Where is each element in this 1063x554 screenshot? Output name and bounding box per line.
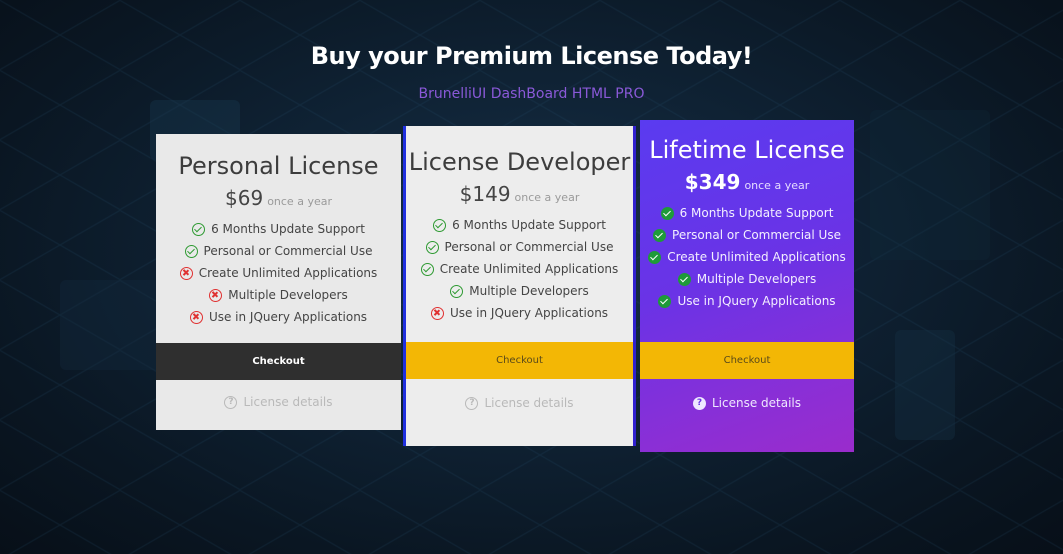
feature-label: Multiple Developers: [228, 288, 348, 302]
plan-name: Personal License: [178, 152, 379, 180]
pricing-card-developer: License Developer $149 once a year 6 Mont…: [403, 126, 636, 446]
price-amount: $149: [459, 182, 511, 206]
feature-item: 6 Months Update Support: [156, 218, 401, 240]
feature-item: 6 Months Update Support: [406, 214, 633, 236]
feature-label: Personal or Commercial Use: [444, 240, 614, 254]
feature-label: Create Unlimited Applications: [198, 266, 378, 280]
x-circle-icon: [430, 306, 444, 320]
question-circle-icon: ?: [465, 396, 479, 410]
price-period: once a year: [267, 195, 332, 208]
plan-price: $149 once a year: [406, 182, 633, 206]
feature-label: 6 Months Update Support: [211, 222, 365, 236]
page-subtitle: BrunelliUI DashBoard HTML PRO: [418, 86, 645, 102]
price-amount: $349: [684, 170, 741, 194]
plan-name: Lifetime License: [649, 136, 845, 164]
license-details-label: License details: [711, 396, 802, 410]
license-details-label: License details: [243, 395, 333, 409]
x-circle-icon: [209, 288, 223, 302]
feature-item: Multiple Developers: [640, 268, 854, 290]
x-circle-icon: [189, 310, 203, 324]
pricing-card-lifetime: Lifetime License $349 once a year 6 Month…: [640, 120, 854, 452]
feature-list: 6 Months Update Support Personal or Comm…: [156, 218, 401, 328]
price-period: once a year: [744, 179, 810, 192]
feature-list: 6 Months Update Support Personal or Comm…: [640, 202, 854, 312]
background-illustration: [895, 330, 955, 440]
question-circle-icon: ?: [224, 395, 238, 409]
feature-item: Create Unlimited Applications: [640, 246, 854, 268]
check-circle-icon: [450, 284, 464, 298]
plan-name: License Developer: [408, 148, 631, 176]
feature-label: Personal or Commercial Use: [203, 244, 373, 258]
feature-item: Use in JQuery Applications: [406, 302, 633, 324]
feature-item: Multiple Developers: [156, 284, 401, 306]
feature-label: 6 Months Update Support: [452, 218, 606, 232]
check-circle-icon: [677, 272, 691, 286]
feature-list: 6 Months Update Support Personal or Comm…: [406, 214, 633, 324]
check-circle-icon: [658, 294, 672, 308]
x-circle-icon: [179, 266, 193, 280]
check-circle-icon: [192, 222, 206, 236]
checkout-button[interactable]: Checkout: [156, 343, 401, 380]
feature-label: Multiple Developers: [696, 272, 817, 286]
feature-item: Use in JQuery Applications: [640, 290, 854, 312]
license-details-link[interactable]: ? License details: [406, 396, 633, 410]
feature-label: 6 Months Update Support: [679, 206, 834, 220]
price-period: once a year: [514, 191, 580, 204]
question-circle-icon: ?: [692, 396, 706, 410]
feature-item: Create Unlimited Applications: [156, 262, 401, 284]
feature-item: Personal or Commercial Use: [406, 236, 633, 258]
background-illustration: [870, 110, 990, 260]
plan-price: $349 once a year: [640, 170, 854, 194]
feature-item: Create Unlimited Applications: [406, 258, 633, 280]
feature-label: Use in JQuery Applications: [449, 306, 609, 320]
check-circle-icon: [425, 240, 439, 254]
check-circle-icon: [653, 228, 667, 242]
plan-price: $69 once a year: [156, 186, 401, 210]
page-title: Buy your Premium License Today!: [310, 42, 753, 70]
check-circle-icon: [433, 218, 447, 232]
license-details-link[interactable]: ? License details: [156, 395, 401, 409]
feature-item: Multiple Developers: [406, 280, 633, 302]
license-details-link[interactable]: ? License details: [640, 396, 854, 410]
checkout-button[interactable]: Checkout: [406, 342, 633, 379]
check-circle-icon: [648, 250, 662, 264]
feature-label: Create Unlimited Applications: [439, 262, 619, 276]
feature-label: Use in JQuery Applications: [677, 294, 836, 308]
pricing-card-personal: Personal License $69 once a year 6 Months…: [156, 134, 401, 430]
check-circle-icon: [660, 206, 674, 220]
feature-label: Personal or Commercial Use: [672, 228, 841, 242]
checkout-button[interactable]: Checkout: [640, 342, 854, 379]
feature-item: Personal or Commercial Use: [640, 224, 854, 246]
feature-label: Create Unlimited Applications: [667, 250, 846, 264]
feature-item: Use in JQuery Applications: [156, 306, 401, 328]
check-circle-icon: [420, 262, 434, 276]
feature-item: 6 Months Update Support: [640, 202, 854, 224]
feature-label: Multiple Developers: [469, 284, 589, 298]
price-amount: $69: [225, 186, 264, 210]
feature-label: Use in JQuery Applications: [208, 310, 368, 324]
check-circle-icon: [184, 244, 198, 258]
license-details-label: License details: [484, 396, 574, 410]
feature-item: Personal or Commercial Use: [156, 240, 401, 262]
